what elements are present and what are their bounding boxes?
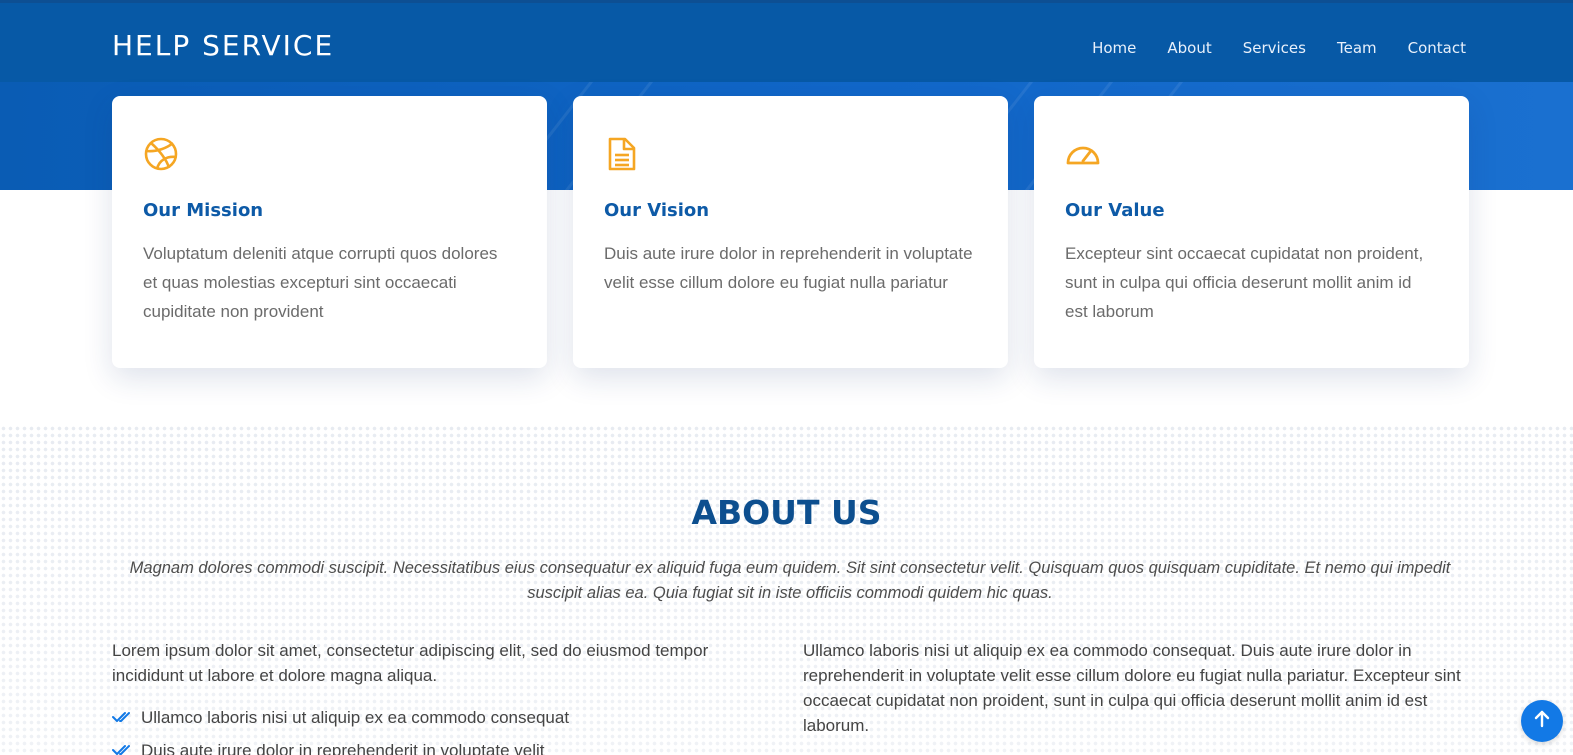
nav-about[interactable]: About [1167,39,1211,57]
nav-services[interactable]: Services [1243,39,1306,57]
site-logo[interactable]: HELP SERVICE [112,29,334,62]
checklist-item-2: Duis aute irure dolor in reprehenderit i… [141,741,545,755]
value-text: Excepteur sint occaecat cupidatat non pr… [1065,244,1424,321]
document-icon [604,136,977,172]
about-checklist: Ullamco laboris nisi ut aliquip ex ea co… [112,705,772,755]
list-item: Ullamco laboris nisi ut aliquip ex ea co… [112,705,772,730]
about-title: ABOUT US [691,493,882,532]
nav-team[interactable]: Team [1337,39,1377,57]
dribbble-ball-icon [143,136,516,172]
mission-title: Our Mission [143,200,264,221]
about-left-column: Lorem ipsum dolor sit amet, consectetur … [112,638,772,755]
back-to-top-button[interactable] [1521,700,1563,742]
feature-cards: Our Mission Voluptatum deleniti atque co… [112,96,1469,368]
checklist-item-1: Ullamco laboris nisi ut aliquip ex ea co… [141,708,570,727]
nav-contact[interactable]: Contact [1408,39,1466,57]
double-check-icon [112,705,132,730]
value-title: Our Value [1065,200,1165,221]
vision-card: Our Vision Duis aute irure dolor in repr… [573,96,1008,368]
arrow-up-icon [1533,710,1551,732]
mission-card: Our Mission Voluptatum deleniti atque co… [112,96,547,368]
main-nav: Home About Services Team Contact [1061,39,1466,57]
nav-home[interactable]: Home [1092,39,1136,57]
mission-text: Voluptatum deleniti atque corrupti quos … [143,244,498,321]
about-right-paragraph: Ullamco laboris nisi ut aliquip ex ea co… [803,641,1461,735]
vision-text: Duis aute irure dolor in reprehenderit i… [604,244,973,292]
list-item: Duis aute irure dolor in reprehenderit i… [112,738,772,755]
about-right-column: Ullamco laboris nisi ut aliquip ex ea co… [803,638,1468,738]
value-card: Our Value Excepteur sint occaecat cupida… [1034,96,1469,368]
about-intro: Magnam dolores commodi suscipit. Necessi… [129,559,1451,602]
speedometer-icon [1065,136,1438,172]
site-header: HELP SERVICE Home About Services Team Co… [0,0,1573,82]
about-left-paragraph: Lorem ipsum dolor sit amet, consectetur … [112,641,709,685]
vision-title: Our Vision [604,200,710,221]
double-check-icon [112,738,132,755]
